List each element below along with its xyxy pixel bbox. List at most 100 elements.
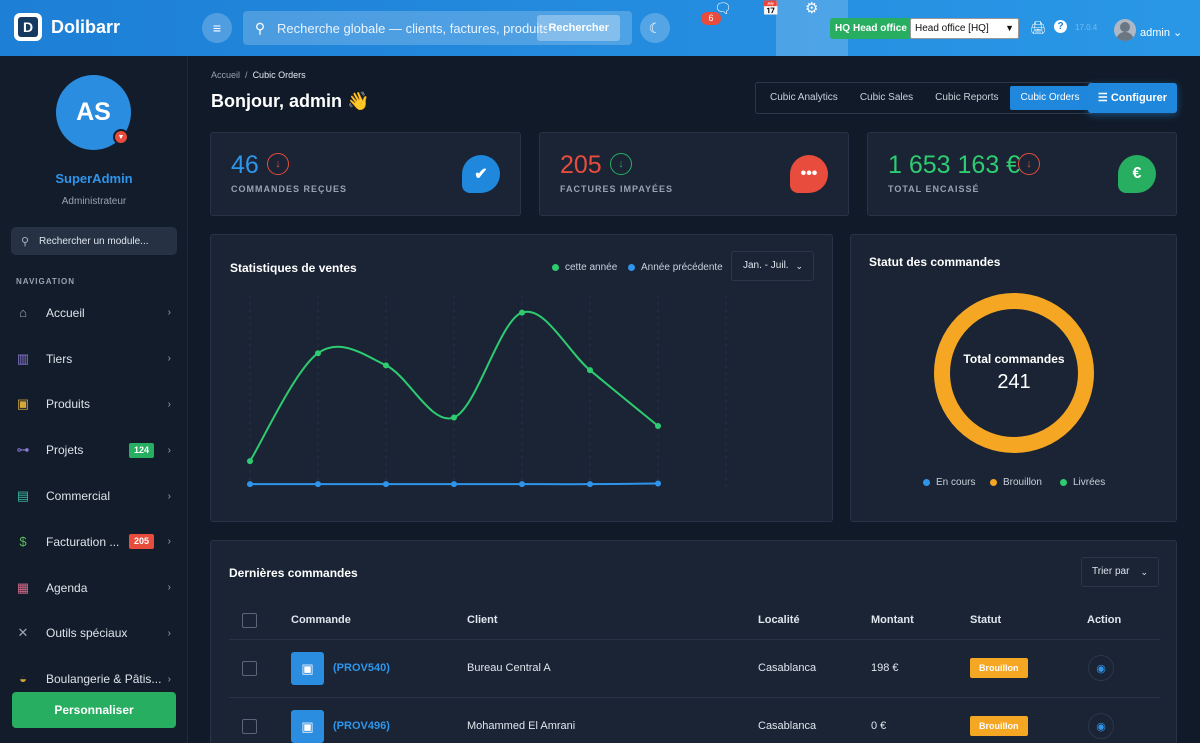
- sidebar-nav: ⌂ Accueil › ▥ Tiers › ▣ Produits › ⊶ Projets 124 › ▤ C…: [0, 290, 188, 702]
- sidebar-item-accueil[interactable]: ⌂ Accueil ›: [0, 290, 188, 336]
- dashboard-tabs: Cubic Analytics Cubic Sales Cubic Report…: [755, 82, 1095, 114]
- module-search: ⚲: [11, 227, 177, 255]
- view-icon[interactable]: ◉: [1088, 713, 1114, 739]
- app-name[interactable]: Dolibarr: [51, 17, 120, 38]
- select-all-checkbox[interactable]: [242, 613, 257, 628]
- profile-role: Administrateur: [61, 196, 127, 207]
- search-button[interactable]: Rechercher: [537, 15, 620, 41]
- kpi-label: COMMANDES REÇUES: [231, 184, 348, 194]
- arrow-down-icon: ↓: [267, 153, 289, 175]
- order-link[interactable]: (PROV540): [333, 662, 390, 674]
- data-point[interactable]: [451, 414, 457, 421]
- data-point[interactable]: [383, 362, 389, 369]
- chevron-right-icon: ›: [167, 398, 171, 410]
- view-icon[interactable]: ◉: [1088, 655, 1114, 681]
- moon-icon: ☾: [648, 19, 662, 36]
- home-icon: ⌂: [19, 304, 27, 320]
- data-point[interactable]: [519, 481, 525, 488]
- user-name: admin: [1140, 27, 1170, 39]
- calendar-icon: ▦: [16, 579, 30, 595]
- breadcrumb-home[interactable]: Accueil: [211, 70, 240, 80]
- row-checkbox[interactable]: [242, 661, 257, 676]
- customize-button[interactable]: Personnaliser: [12, 692, 176, 728]
- tab-cubic-sales[interactable]: Cubic Sales: [849, 86, 924, 110]
- sidebar-item-tiers[interactable]: ▥ Tiers ›: [0, 336, 188, 382]
- sidebar-item-label: Facturation ...: [46, 534, 120, 549]
- dolibarr-logo[interactable]: D: [14, 13, 42, 41]
- menu-toggle-button[interactable]: ≡: [202, 13, 232, 43]
- legend-in-progress[interactable]: En cours: [923, 477, 975, 488]
- sidebar-item-projets[interactable]: ⊶ Projets 124 ›: [0, 427, 188, 473]
- sidebar-item-facturation[interactable]: $ Facturation ... 205 ›: [0, 519, 188, 565]
- entity-select[interactable]: Head office [HQ] ▼: [910, 18, 1019, 39]
- chevron-right-icon: ›: [167, 582, 171, 594]
- tools-icon: ✕: [17, 625, 29, 641]
- legend-dot: [923, 479, 930, 486]
- data-point[interactable]: [519, 309, 525, 316]
- column-header-client[interactable]: Client: [467, 614, 498, 626]
- sort-button[interactable]: Trier par ⌄: [1081, 557, 1159, 587]
- configure-button[interactable]: ☰ Configurer: [1088, 83, 1177, 113]
- user-avatar[interactable]: [1114, 19, 1136, 41]
- sitemap-icon: ⊶: [16, 442, 30, 458]
- sales-stats-card: Statistiques de ventes cette année Année…: [210, 234, 833, 522]
- entity-select-value: Head office [HQ]: [915, 23, 989, 34]
- data-point[interactable]: [315, 481, 321, 488]
- tab-cubic-analytics[interactable]: Cubic Analytics: [759, 86, 849, 110]
- data-point[interactable]: [247, 458, 253, 465]
- count-badge: 124: [128, 442, 154, 458]
- print-icon[interactable]: 🖨: [1030, 20, 1047, 36]
- sidebar-item-agenda[interactable]: ▦ Agenda ›: [0, 565, 188, 611]
- amount: 198 €: [871, 662, 899, 674]
- sidebar-item-produits[interactable]: ▣ Produits ›: [0, 382, 188, 428]
- order-link[interactable]: (PROV496): [333, 720, 390, 732]
- tab-cubic-orders[interactable]: Cubic Orders: [1009, 86, 1091, 110]
- version-text: 17.0.4: [1075, 23, 1098, 32]
- tab-cubic-reports[interactable]: Cubic Reports: [924, 86, 1009, 110]
- data-point[interactable]: [587, 481, 593, 488]
- legend-label: En cours: [936, 477, 976, 488]
- column-header-order[interactable]: Commande: [291, 614, 351, 626]
- configure-label: Configurer: [1110, 92, 1168, 104]
- column-header-amount[interactable]: Montant: [871, 614, 914, 626]
- dark-mode-toggle[interactable]: ☾: [640, 13, 670, 43]
- legend-draft[interactable]: Brouillon: [990, 477, 1042, 488]
- user-menu[interactable]: admin ⌄: [1140, 26, 1182, 39]
- kpi-value: 1 653 163 €: [888, 151, 1021, 179]
- help-icon[interactable]: ?: [1054, 20, 1067, 33]
- module-search-input[interactable]: [39, 235, 159, 247]
- data-point[interactable]: [315, 350, 321, 357]
- data-point[interactable]: [655, 422, 661, 429]
- chevron-down-icon: ▼: [1005, 23, 1014, 33]
- data-point[interactable]: [451, 481, 457, 488]
- building-icon: ▥: [16, 350, 30, 366]
- profile-name[interactable]: SuperAdmin: [0, 171, 188, 186]
- order-box-icon: ▣: [291, 710, 324, 743]
- sidebar-item-outils-spéciaux[interactable]: ✕ Outils spéciaux ›: [0, 611, 188, 657]
- sidebar: AS ▼ SuperAdmin Administrateur ⚲ NAVIGAT…: [0, 56, 188, 743]
- chevron-right-icon: ›: [167, 536, 171, 548]
- briefcase-icon: ▤: [16, 488, 30, 504]
- column-header-city[interactable]: Localité: [758, 614, 800, 626]
- data-point[interactable]: [247, 481, 253, 488]
- sort-label: Trier par: [1092, 566, 1130, 577]
- page-title: Bonjour, admin 👋: [211, 91, 370, 111]
- table-divider: [229, 697, 1160, 698]
- sidebar-item-commercial[interactable]: ▤ Commercial ›: [0, 473, 188, 519]
- chevron-down-icon: ⌄: [1140, 567, 1148, 577]
- row-checkbox[interactable]: [242, 719, 257, 734]
- logo-letter: D: [18, 17, 38, 37]
- legend-delivered[interactable]: Livrées: [1060, 477, 1105, 488]
- data-point[interactable]: [655, 480, 661, 487]
- box-icon: ▣: [16, 396, 30, 412]
- city: Casablanca: [758, 662, 817, 674]
- data-point[interactable]: [383, 481, 389, 488]
- chevron-down-icon[interactable]: ▼: [113, 129, 129, 145]
- data-point[interactable]: [587, 367, 593, 374]
- column-header-status[interactable]: Statut: [970, 614, 1001, 626]
- legend-label: Brouillon: [1003, 477, 1042, 488]
- global-search-input[interactable]: [277, 20, 547, 36]
- legend-dot: [1060, 479, 1067, 486]
- top-bar: D Dolibarr ≡ ⚲ Rechercher ☾ 🗨 6 📅 ⚙ HQHe…: [0, 0, 1200, 56]
- count-badge: 205: [128, 534, 154, 550]
